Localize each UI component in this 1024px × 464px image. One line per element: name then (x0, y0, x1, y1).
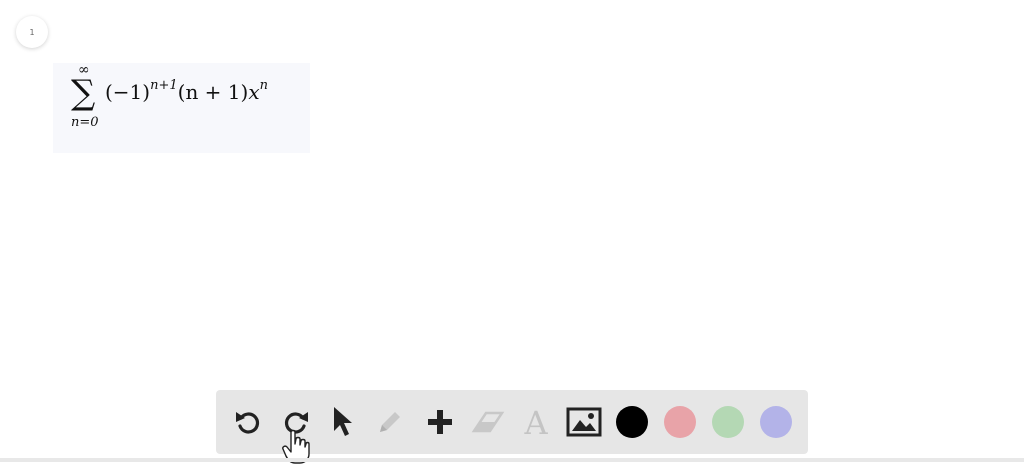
image-icon (566, 407, 602, 437)
image-tool-button[interactable] (564, 402, 604, 442)
pen-tool-button[interactable] (370, 402, 410, 442)
series-term: (−1)n+1(n + 1)xn (105, 79, 268, 104)
eraser-icon (471, 411, 505, 433)
text-tool-button[interactable]: A (516, 402, 556, 442)
sum-lower-limit: n=0 (71, 115, 99, 130)
text-icon: A (523, 406, 548, 438)
add-icon (428, 410, 452, 434)
undo-icon (236, 412, 260, 434)
pen-icon (380, 412, 400, 432)
term-variable: x (248, 80, 260, 104)
select-tool-button[interactable] (322, 402, 362, 442)
color-swatch-green (712, 406, 744, 438)
color-blue-button[interactable] (756, 402, 796, 442)
page-number: 1 (29, 27, 35, 37)
formula-card[interactable]: ∞ ∑ n=0 (−1)n+1(n + 1)xn (53, 63, 310, 153)
eraser-tool-button[interactable] (468, 402, 508, 442)
page-number-badge[interactable]: 1 (16, 16, 48, 48)
color-green-button[interactable] (708, 402, 748, 442)
term-exponent: n+1 (150, 78, 178, 93)
color-black-button[interactable] (612, 402, 652, 442)
color-swatch-black (616, 406, 648, 438)
color-red-button[interactable] (660, 402, 700, 442)
term-factor: (n + 1) (177, 80, 249, 104)
select-icon (334, 407, 352, 436)
add-button[interactable] (420, 402, 460, 442)
undo-button[interactable] (228, 402, 268, 442)
series-formula: ∞ ∑ n=0 (−1)n+1(n + 1)xn (53, 63, 310, 153)
sigma-symbol: ∑ (71, 73, 96, 113)
variable-exponent: n (259, 78, 268, 93)
bottom-divider (0, 458, 1024, 462)
svg-text:A: A (523, 406, 548, 438)
color-swatch-blue (760, 406, 792, 438)
color-swatch-red (664, 406, 696, 438)
term-base: (−1) (105, 80, 151, 104)
